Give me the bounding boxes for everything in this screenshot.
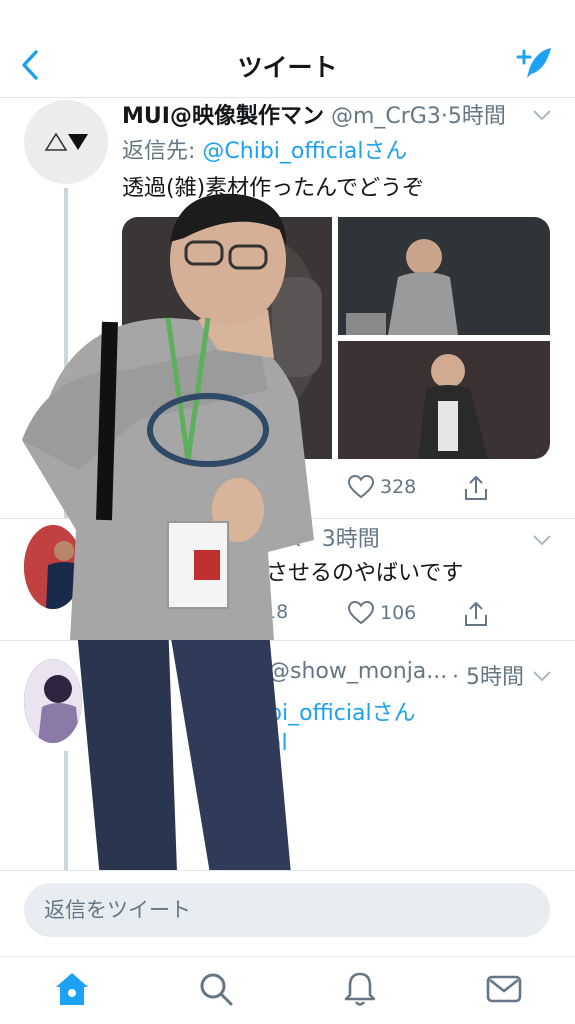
home-icon[interactable] xyxy=(52,969,92,1009)
thread-line xyxy=(64,188,68,518)
like-button[interactable]: 106 xyxy=(348,601,416,625)
tweet-header: @show_monja... xyxy=(268,659,445,684)
chevron-down-icon[interactable] xyxy=(531,669,553,683)
compose-tweet-icon[interactable] xyxy=(515,44,555,84)
reply-to-line: bi_officialさん xyxy=(268,695,416,727)
tweet[interactable]: @show_monja... · 5時間 bi_officialさん hi al xyxy=(0,640,575,870)
like-button[interactable]: 328 xyxy=(348,475,416,499)
reply-to-line: 返信先: @Chibi_officialさん xyxy=(122,139,408,164)
handle[interactable]: @show_monja... xyxy=(268,659,445,684)
reply-input[interactable] xyxy=(24,883,550,937)
share-button[interactable] xyxy=(464,475,488,501)
display-name[interactable]: MUI@映像製作マン xyxy=(122,104,324,129)
media-image[interactable] xyxy=(338,217,550,335)
bottom-tab-bar xyxy=(0,956,575,1024)
mention-line: hi xyxy=(154,731,175,756)
reply-to-link[interactable]: @Chibi_officialさん xyxy=(202,139,407,164)
tweet-header: k · 3時間 xyxy=(288,521,529,553)
reply-composer xyxy=(0,870,575,956)
like-count: 106 xyxy=(380,602,417,624)
notifications-icon[interactable] xyxy=(340,969,380,1009)
triangle-logo-icon xyxy=(44,132,88,151)
timestamp: k · 3時間 xyxy=(288,527,380,552)
timestamp: · 5時間 xyxy=(452,665,524,690)
handle[interactable]: @m_CrG3 xyxy=(331,104,441,129)
media-image[interactable] xyxy=(122,217,332,459)
like-count: 328 xyxy=(380,476,417,498)
top-nav-bar: ツイート xyxy=(0,0,575,98)
tweet-actions: 18 106 xyxy=(122,601,551,631)
avatar[interactable] xyxy=(24,525,82,609)
thread-line xyxy=(64,751,68,870)
chevron-down-icon[interactable] xyxy=(531,533,553,547)
heart-icon xyxy=(348,475,374,499)
tweet[interactable]: MUI@映像製作マン @m_CrG3·5時間 返信先: @Chibi_offic… xyxy=(0,98,575,518)
avatar[interactable] xyxy=(24,659,82,743)
tweet-text: させるのやばいです xyxy=(266,561,464,586)
share-icon xyxy=(465,601,487,626)
tweet-text: 透過(雑)素材作ったんでどうぞ xyxy=(122,176,425,201)
page-title: ツイート xyxy=(237,53,338,82)
tweet-thread: MUI@映像製作マン @m_CrG3·5時間 返信先: @Chibi_offic… xyxy=(0,98,575,870)
tweet-actions: 328 xyxy=(122,475,551,505)
share-icon xyxy=(465,475,487,500)
avatar[interactable] xyxy=(24,100,108,184)
timestamp: 5時間 xyxy=(447,104,506,129)
tweet[interactable]: k · 3時間 させるのやばいです 18 106 xyxy=(0,518,575,640)
heart-icon xyxy=(348,601,374,625)
reply-count[interactable]: 18 xyxy=(264,601,288,623)
mention-line-tail: al xyxy=(268,731,288,756)
search-icon[interactable] xyxy=(196,969,236,1009)
share-button[interactable] xyxy=(464,601,488,627)
media-grid[interactable] xyxy=(122,217,550,459)
reply-to-link[interactable]: bi_officialさん xyxy=(268,701,416,726)
tweet-header: MUI@映像製作マン @m_CrG3·5時間 xyxy=(122,104,506,129)
media-image[interactable] xyxy=(338,341,550,459)
chevron-down-icon[interactable] xyxy=(531,108,553,122)
messages-icon[interactable] xyxy=(484,969,524,1009)
